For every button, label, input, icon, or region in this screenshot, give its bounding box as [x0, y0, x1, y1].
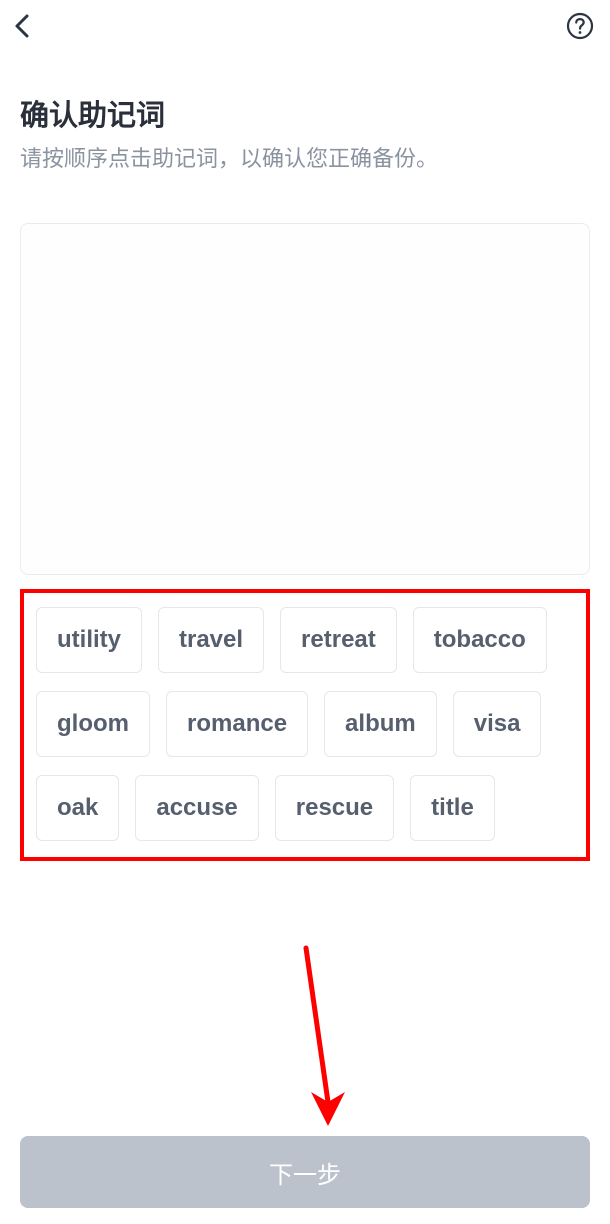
page-subtitle: 请按顺序点击助记词，以确认您正确备份。	[20, 144, 590, 175]
word-oak[interactable]: oak	[36, 775, 119, 841]
back-icon[interactable]	[8, 12, 36, 40]
word-visa[interactable]: visa	[453, 691, 542, 757]
selected-words-area[interactable]	[20, 223, 590, 575]
next-button[interactable]: 下一步	[20, 1136, 590, 1208]
word-title[interactable]: title	[410, 775, 495, 841]
word-retreat[interactable]: retreat	[280, 607, 397, 673]
word-album[interactable]: album	[324, 691, 437, 757]
word-travel[interactable]: travel	[158, 607, 264, 673]
word-utility[interactable]: utility	[36, 607, 142, 673]
header	[0, 0, 610, 52]
arrow-annotation-icon	[296, 942, 356, 1132]
content: 确认助记词 请按顺序点击助记词，以确认您正确备份。 utility travel…	[0, 52, 610, 861]
word-gloom[interactable]: gloom	[36, 691, 150, 757]
page-title: 确认助记词	[20, 92, 590, 134]
mnemonic-word-grid: utility travel retreat tobacco gloom rom…	[20, 589, 590, 861]
word-accuse[interactable]: accuse	[135, 775, 258, 841]
footer: 下一步	[20, 1136, 590, 1208]
word-tobacco[interactable]: tobacco	[413, 607, 547, 673]
word-rescue[interactable]: rescue	[275, 775, 394, 841]
word-romance[interactable]: romance	[166, 691, 308, 757]
help-icon[interactable]	[566, 12, 594, 40]
